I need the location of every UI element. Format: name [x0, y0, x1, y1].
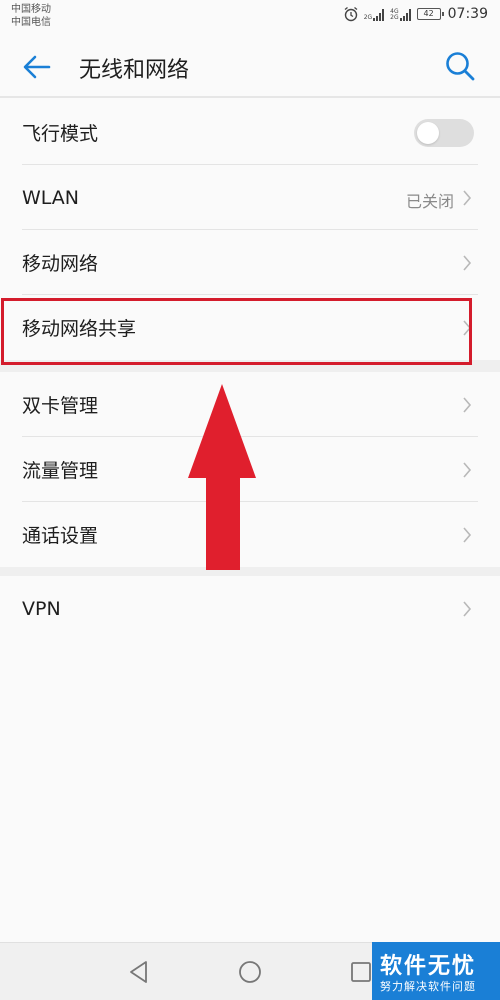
chevron-right-icon [463, 189, 472, 206]
row-label: 通话设置 [22, 525, 99, 547]
chevron-right-icon [463, 461, 472, 478]
toggle-knob [417, 121, 439, 144]
circle-home-icon[interactable] [237, 959, 263, 985]
settings-section-3: VPN [0, 576, 500, 641]
alarm-icon [344, 6, 358, 22]
search-icon [446, 52, 475, 81]
row-label: 流量管理 [22, 460, 99, 482]
row-label: WLAN [22, 186, 80, 209]
battery-indicator: 42 [416, 8, 444, 20]
row-label: 移动网络 [22, 253, 99, 275]
signal-2-icon: 4G 2G [390, 7, 411, 21]
watermark-subtitle: 努力解决软件问题 [380, 980, 476, 993]
watermark-title: 软件无忧 [380, 954, 477, 979]
watermark-logo: 软件无忧 努力解决软件问题 [372, 942, 500, 1000]
arrow-left-icon [23, 55, 51, 79]
clock: 07:39 [447, 6, 488, 22]
back-button[interactable] [20, 50, 54, 84]
wlan-status: 已关闭 [405, 191, 454, 211]
navigation-bar: 软件无忧 努力解决软件问题 [0, 942, 500, 1000]
signal-tag-1: 2G [363, 14, 373, 21]
app-header: 无线和网络 [0, 34, 500, 98]
red-arrow-icon [188, 384, 256, 570]
settings-row-wlan[interactable]: WLAN 已关闭 [0, 165, 500, 230]
search-button[interactable] [444, 50, 476, 82]
airplane-mode-toggle[interactable] [414, 118, 474, 147]
status-icons: 2G 4G 2G 42 07:39 [343, 6, 488, 22]
row-label: 双卡管理 [22, 395, 99, 417]
signal-1-icon: 2G [364, 7, 385, 21]
signal-tag-2b: 2G [390, 14, 399, 21]
settings-row-airplane-mode[interactable]: 飞行模式 [0, 100, 500, 165]
chevron-right-icon [463, 600, 472, 617]
chevron-right-icon [463, 396, 472, 413]
carrier-labels: 中国移动 中国电信 [11, 3, 51, 29]
row-label: 飞行模式 [22, 123, 99, 145]
carrier-2: 中国电信 [11, 17, 51, 28]
settings-row-vpn[interactable]: VPN [0, 576, 500, 641]
settings-row-mobile-network[interactable]: 移动网络 [0, 230, 500, 295]
status-bar: 中国移动 中国电信 2G 4G 2G 42 07:39 [0, 0, 500, 34]
highlight-box [1, 298, 472, 365]
row-label: VPN [22, 597, 61, 620]
chevron-right-icon [463, 526, 472, 543]
square-recent-icon[interactable] [349, 960, 373, 984]
page-title: 无线和网络 [79, 58, 190, 83]
carrier-1: 中国移动 [11, 4, 51, 15]
triangle-back-icon[interactable] [126, 959, 152, 985]
chevron-right-icon [463, 254, 472, 271]
